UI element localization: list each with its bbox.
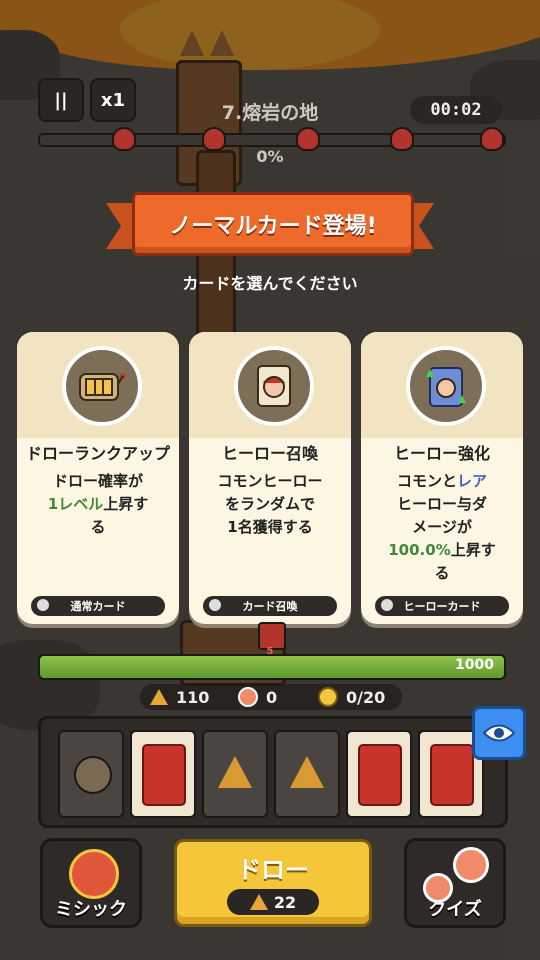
hand-slot-gold[interactable]	[202, 730, 268, 818]
card-desc-line: る	[434, 564, 450, 582]
card-desc-line: 1名獲得する	[227, 518, 313, 536]
card-icon	[37, 599, 49, 611]
slot-machine-icon	[62, 346, 142, 426]
base-hp-bar: 1000	[38, 654, 506, 680]
mythic-button[interactable]: ミシック	[40, 838, 142, 928]
gold-icon	[150, 689, 168, 705]
card-banner: ノーマルカード登場!	[132, 192, 414, 256]
mythic-crest-icon	[69, 849, 119, 899]
quiz-label: クイズ	[428, 899, 482, 920]
card-type-tag: カード召喚	[203, 596, 337, 616]
hand-slot-card[interactable]	[130, 730, 196, 818]
red-card-icon	[142, 744, 186, 806]
card-desc-line: ドロー確率が	[52, 472, 143, 490]
base-hp-fill	[40, 656, 504, 678]
gold-icon	[249, 894, 268, 910]
card-desc-line: る	[90, 518, 106, 536]
summon-icon	[209, 599, 221, 611]
wave-progress-text: 0%	[256, 147, 284, 166]
quiz-button[interactable]: クイズ	[404, 838, 506, 928]
viking-hero-icon	[74, 756, 112, 794]
gem-icon	[238, 687, 258, 707]
hero-card-icon	[234, 346, 314, 426]
card-desc-line: をランダムで	[224, 495, 315, 513]
card-desc-line: ヒーロー与ダ	[396, 495, 487, 513]
hero-face-icon	[318, 687, 338, 707]
hand-slot-hero[interactable]	[58, 730, 124, 818]
gold-triangle-icon	[218, 756, 252, 788]
card-title: ヒーロー強化	[393, 444, 490, 463]
card-draw-rank-up[interactable]: ドローランクアップ ドロー確率が 1レベル上昇す る 通常カード	[17, 332, 179, 624]
card-desc-line: 100.0%上昇す	[388, 541, 496, 559]
view-toggle-button[interactable]	[472, 706, 526, 760]
choose-card-text: カードを選んでください	[182, 274, 358, 293]
base-hp-text: 1000	[455, 657, 494, 673]
card-type-label: 通常カード	[70, 600, 126, 613]
gem-amount: 0	[266, 687, 278, 707]
hero-counter: 0/20	[318, 684, 385, 710]
card-hero-summon[interactable]: ヒーロー召喚 コモンヒーロー をランダムで 1名獲得する カード召喚	[189, 332, 351, 624]
card-description: ドロー確率が 1レベル上昇す る	[25, 470, 171, 539]
hand-slot-gold[interactable]	[274, 730, 340, 818]
card-description: コモンヒーロー をランダムで 1名獲得する	[197, 470, 343, 539]
gold-triangle-icon	[290, 756, 324, 788]
gold-counter: 110	[150, 684, 209, 710]
hero-count: 0/20	[346, 687, 386, 707]
draw-button[interactable]: ドロー 22	[174, 839, 372, 927]
hero-upgrade-icon	[406, 346, 486, 426]
gem-counter: 0	[238, 684, 277, 710]
red-card-icon	[358, 744, 402, 806]
sword-icon	[381, 599, 393, 611]
card-title: ドローランクアップ	[25, 444, 170, 463]
card-desc-line: メージが	[412, 518, 472, 536]
card-hero-upgrade[interactable]: ヒーロー強化 コモンとレア ヒーロー与ダ メージが 100.0%上昇す る ヒー…	[361, 332, 523, 624]
card-type-tag: 通常カード	[31, 596, 165, 616]
mythic-label: ミシック	[55, 899, 127, 920]
hand-slot-card[interactable]	[346, 730, 412, 818]
gem-icon	[453, 847, 489, 883]
red-card-icon	[430, 744, 474, 806]
highlight-text: 100.0%	[388, 541, 451, 559]
card-desc-line: 1レベル上昇す	[47, 495, 149, 513]
gold-amount: 110	[176, 687, 210, 707]
draw-cost-amount: 22	[273, 892, 297, 912]
draw-cost: 22	[227, 889, 319, 915]
wave-progress-bar	[38, 127, 506, 151]
card-desc-line: コモンとレア	[396, 472, 488, 490]
highlight-text: 1レベル	[47, 495, 104, 513]
card-title: ヒーロー召喚	[221, 444, 318, 463]
highlight-text: レア	[457, 472, 488, 490]
card-type-label: ヒーローカード	[403, 600, 481, 613]
card-description: コモンとレア ヒーロー与ダ メージが 100.0%上昇す る	[369, 470, 515, 585]
draw-label: ドロー	[237, 856, 309, 884]
card-type-label: カード召喚	[242, 600, 298, 613]
timer: 00:02	[410, 96, 502, 124]
eye-icon	[482, 724, 516, 742]
card-type-tag: ヒーローカード	[375, 596, 509, 616]
card-desc-line: コモンヒーロー	[217, 472, 323, 490]
